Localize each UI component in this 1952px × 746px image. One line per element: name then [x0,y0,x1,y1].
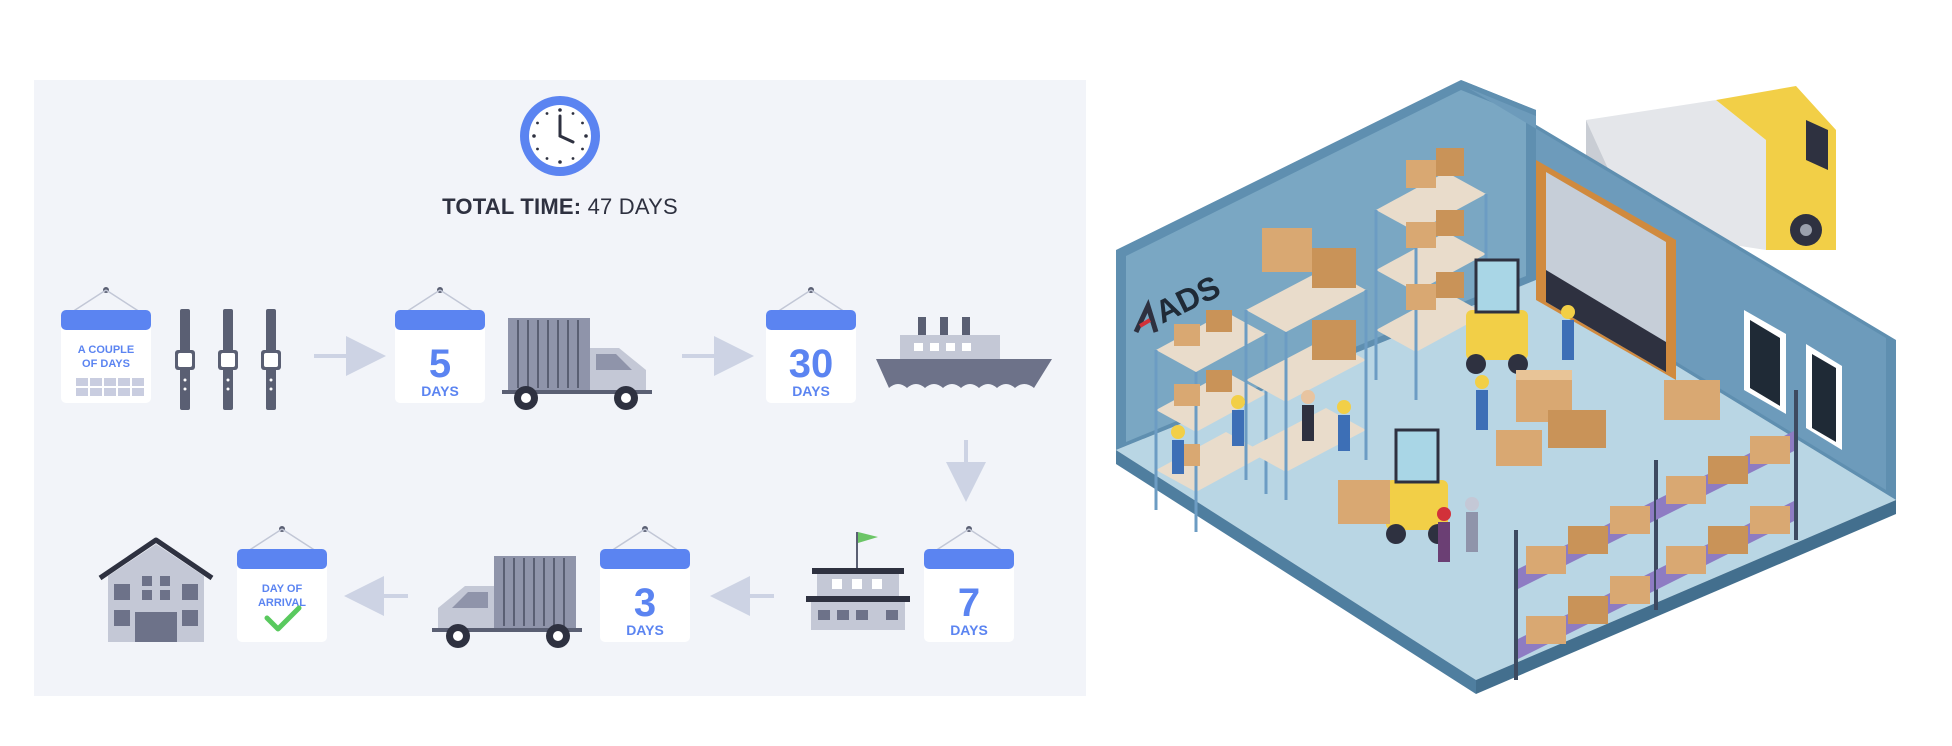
truck-icon [432,556,582,648]
calendar-step-4-number: 7 [958,581,980,625]
calendar-step-2-unit: DAYS [421,383,459,399]
truck-icon [502,318,652,410]
ship-icon [876,317,1052,388]
calendar-step-1-line1: A COUPLE [78,344,134,356]
calendar-step-5-unit: DAYS [626,622,664,638]
warehouse-illustration: ADS [1116,80,1896,694]
shipping-timeline-diagram: A COUPLE OF DAYS 5 DAYS 30 DAYS 7 DAYS 3… [61,96,1052,648]
calendar-step-5-number: 3 [634,581,656,625]
calendar-step-2: 5 DAYS [395,287,485,403]
calendar-step-6: DAY OF ARRIVAL [237,526,327,642]
calendar-step-4-unit: DAYS [950,622,988,638]
watches-icon [175,309,281,410]
calendar-step-4: 7 DAYS [924,526,1014,642]
calendar-step-3-number: 30 [789,342,834,386]
house-icon [98,537,214,642]
calendar-step-2-number: 5 [429,342,451,386]
calendar-step-1: A COUPLE OF DAYS [61,287,151,403]
calendar-step-5: 3 DAYS [600,526,690,642]
customs-building-icon [806,532,910,630]
calendar-step-3: 30 DAYS [766,287,856,403]
calendar-step-3-unit: DAYS [792,383,830,399]
calendar-step-1-line2: OF DAYS [82,358,130,370]
forklift-icon [1466,258,1528,374]
clock-icon [520,96,600,176]
calendar-step-6-line1: DAY OF [262,583,303,595]
